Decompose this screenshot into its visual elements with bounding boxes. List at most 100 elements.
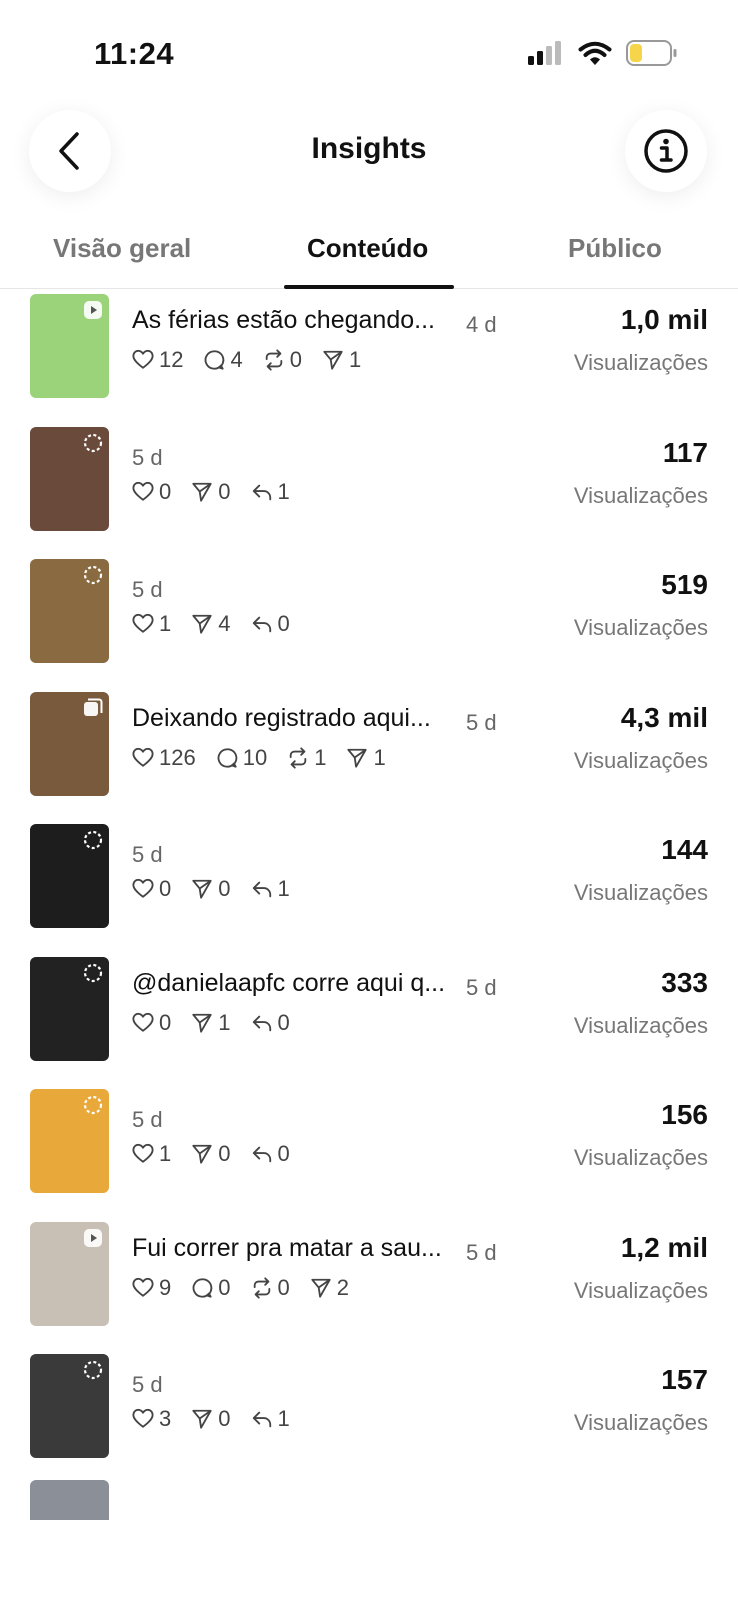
views-label: Visualizações — [573, 1410, 708, 1435]
post-views: 1,2 mil — [620, 1232, 708, 1263]
stat-value: 3 — [159, 1406, 172, 1431]
post-thumbnail[interactable] — [30, 692, 109, 796]
stat-reply: 0 — [251, 1010, 290, 1036]
content-row-partial[interactable] — [0, 1480, 738, 1520]
battery-icon — [626, 40, 677, 66]
post-thumbnail[interactable] — [30, 559, 109, 663]
stat-repost: 0 — [263, 347, 302, 373]
stat-reply: 0 — [251, 611, 290, 637]
stat-value: 0 — [159, 876, 172, 901]
heart-icon — [132, 1277, 154, 1297]
stat-heart: 126 — [132, 745, 196, 771]
post-age: 5 d — [132, 577, 163, 602]
stat-value: 1 — [373, 745, 386, 770]
stat-value: 9 — [159, 1275, 172, 1300]
stat-value: 0 — [277, 1141, 290, 1166]
post-age: 5 d — [132, 842, 163, 867]
content-row[interactable]: 5 d 3 0 1 157 Visualizações — [0, 1350, 738, 1485]
send-icon — [311, 1278, 331, 1298]
stat-value: 1 — [159, 611, 172, 636]
stat-value: 0 — [218, 479, 231, 504]
stat-value: 4 — [218, 611, 231, 636]
heart-icon — [132, 481, 154, 501]
stat-heart: 3 — [132, 1406, 171, 1432]
stat-send: 0 — [191, 1406, 231, 1432]
stat-value: 0 — [218, 1141, 231, 1166]
content-row[interactable]: As férias estão chegando... 4 d 12 4 0 1 1,0 m… — [0, 290, 738, 425]
post-views: 157 — [661, 1364, 708, 1395]
stat-value: 0 — [277, 611, 290, 636]
post-thumbnail[interactable] — [30, 294, 109, 398]
content-row[interactable]: @danielaapfc corre aqui q... 5 d 0 1 0 333 Vis… — [0, 953, 738, 1088]
post-thumbnail[interactable] — [30, 1480, 109, 1520]
tab-conteudo[interactable]: Conteúdo — [307, 233, 428, 264]
post-caption: @danielaapfc corre aqui q... — [132, 969, 446, 997]
send-icon — [192, 614, 212, 634]
story-badge-icon — [83, 830, 103, 850]
post-views: 156 — [661, 1099, 708, 1130]
stat-value: 0 — [218, 1275, 231, 1300]
stat-value: 0 — [277, 1275, 290, 1300]
views-label: Visualizações — [573, 1145, 708, 1170]
stat-heart: 9 — [132, 1275, 171, 1301]
carousel-badge-icon — [84, 698, 103, 716]
content-row[interactable]: 5 d 0 0 1 117 Visualizações — [0, 423, 738, 558]
post-age: 5 d — [466, 1240, 497, 1265]
story-badge-icon — [83, 1095, 103, 1115]
content-row[interactable]: 5 d 1 4 0 519 Visualizações — [0, 555, 738, 690]
stat-reply: 1 — [251, 1406, 290, 1432]
reply-icon — [252, 484, 271, 501]
story-badge-icon — [83, 433, 103, 453]
post-stats: 0 0 1 — [132, 479, 290, 505]
post-age: 5 d — [132, 445, 163, 470]
stat-value: 10 — [242, 745, 268, 770]
info-button[interactable] — [625, 110, 707, 192]
post-caption: As férias estão chegando... — [132, 306, 435, 334]
post-age: 5 d — [466, 710, 497, 735]
post-stats: 3 0 1 — [132, 1406, 290, 1432]
content-list[interactable]: As férias estão chegando... 4 d 12 4 0 1 1,0 m… — [0, 290, 738, 1536]
post-thumbnail[interactable] — [30, 1354, 109, 1458]
heart-icon — [132, 878, 154, 898]
post-thumbnail[interactable] — [30, 1222, 109, 1326]
stat-heart: 0 — [132, 479, 171, 505]
tab-bar: Visão geral Conteúdo Público — [0, 215, 738, 289]
stat-repost: 1 — [287, 745, 326, 771]
heart-icon — [132, 1012, 154, 1032]
post-thumbnail[interactable] — [30, 824, 109, 928]
stat-heart: 0 — [132, 876, 171, 902]
views-label: Visualizações — [573, 350, 708, 375]
stat-send: 1 — [322, 347, 361, 373]
send-icon — [192, 1013, 212, 1033]
send-icon — [192, 1409, 212, 1429]
content-row[interactable]: Deixando registrado aqui... 5 d 126 10 1 1 4,3… — [0, 688, 738, 823]
views-label: Visualizações — [573, 880, 708, 905]
post-caption: Deixando registrado aqui... — [132, 704, 431, 732]
views-label: Visualizações — [573, 1013, 708, 1038]
tab-publico[interactable]: Público — [568, 233, 662, 264]
tab-visao-geral[interactable]: Visão geral — [53, 233, 191, 264]
post-thumbnail[interactable] — [30, 427, 109, 531]
post-age: 5 d — [132, 1107, 163, 1132]
heart-icon — [132, 1408, 154, 1428]
comment-icon — [192, 1278, 213, 1298]
content-row[interactable]: Fui correr pra matar a sau... 5 d 9 0 0 2 1,2 … — [0, 1218, 738, 1353]
stat-value: 0 — [218, 876, 231, 901]
active-tab-indicator — [284, 285, 454, 289]
stat-heart: 12 — [132, 347, 183, 373]
post-thumbnail[interactable] — [30, 957, 109, 1061]
post-thumbnail[interactable] — [30, 1089, 109, 1193]
stat-value: 4 — [230, 347, 243, 372]
story-badge-icon — [83, 565, 103, 585]
post-views: 144 — [661, 834, 708, 865]
post-views: 1,0 mil — [620, 304, 708, 335]
post-stats: 126 10 1 1 — [132, 745, 386, 771]
content-row[interactable]: 5 d 0 0 1 144 Visualizações — [0, 820, 738, 955]
stat-send: 1 — [191, 1010, 231, 1036]
send-icon — [347, 748, 368, 768]
content-row[interactable]: 5 d 1 0 0 156 Visualizações — [0, 1085, 738, 1220]
stat-send: 4 — [191, 611, 231, 637]
send-icon — [192, 1144, 212, 1164]
heart-icon — [132, 1143, 154, 1163]
stat-value: 1 — [348, 347, 362, 372]
